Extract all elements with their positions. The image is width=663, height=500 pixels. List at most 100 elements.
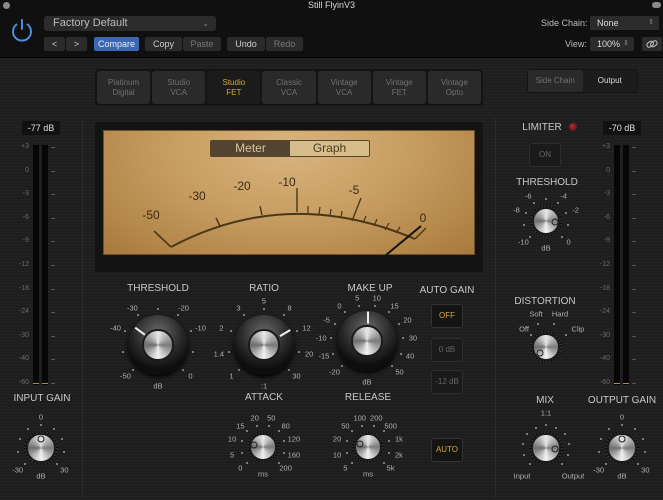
output_gain-scale-dot [599, 438, 602, 441]
model-studio-vca[interactable]: Studio VCA [152, 71, 206, 104]
redo-button[interactable]: Redo [266, 37, 303, 51]
model-platinum-digital[interactable]: Platinum Digital [97, 71, 151, 104]
makeup-scale-dot [397, 322, 400, 325]
meter-scale-label: -24 [18, 308, 29, 316]
side-chain-label: Side Chain: [541, 18, 588, 28]
makeup-scale-dot [332, 352, 335, 355]
mix-scale-dot [534, 426, 537, 429]
window-collapse-pill[interactable] [652, 2, 661, 8]
distortion-scale-dot [553, 323, 555, 325]
ratio-knob[interactable] [234, 315, 294, 375]
distortion-knob-indicator [536, 349, 544, 357]
makeup-tick-label: 20 [403, 315, 412, 325]
ratio-tick-label: 30 [292, 371, 301, 381]
input_gain-knob-indicator [37, 435, 45, 443]
output_gain-knob-indicator [618, 435, 626, 443]
auto-gain-off-button[interactable]: OFF [431, 304, 463, 328]
ratio-tick-label: 3 [236, 303, 241, 313]
paste-button[interactable]: Paste [183, 37, 221, 51]
preset-dropdown[interactable]: Factory Default ⌄ [44, 16, 216, 31]
model-studio-fet[interactable]: Studio FET [207, 71, 261, 104]
makeup-scale-dot [330, 337, 333, 340]
limiter-on-button[interactable]: ON [529, 143, 561, 167]
input_gain-scale-dot [18, 438, 21, 441]
makeup-scale-dot [373, 304, 376, 307]
meter-scale-label: -6 [22, 213, 29, 221]
model-vintage-vca[interactable]: Vintage VCA [317, 71, 371, 104]
ratio-scale-dot [296, 330, 299, 333]
attack-knob[interactable] [247, 431, 279, 463]
input_gain-scale-dot [62, 451, 65, 454]
release-auto-button[interactable]: AUTO [431, 438, 463, 462]
input-meter-right [42, 145, 48, 385]
side-chain-select[interactable]: None ⇕ [590, 16, 659, 30]
attack-tick-label: 5 [229, 450, 235, 460]
attack-knob-indicator [250, 441, 258, 449]
mix-knob[interactable] [529, 431, 563, 465]
mix-scale-dot [545, 424, 547, 426]
distortion-label: DISTORTION [514, 296, 576, 307]
up-down-icon: ⇕ [648, 19, 654, 26]
distortion-knob[interactable] [530, 331, 562, 363]
release-scale-dot [345, 451, 348, 454]
release-scale-dot [372, 424, 375, 427]
meter-scale-tick [632, 359, 636, 361]
release-tick-label: 50 [341, 421, 350, 431]
makeup-tick-label: 50 [395, 367, 404, 377]
meter-scale-tick [51, 312, 55, 314]
previous-preset-button[interactable]: < [44, 37, 65, 51]
tab-meter[interactable]: Meter [211, 141, 290, 156]
model-classic-vca[interactable]: Classic VCA [262, 71, 316, 104]
attack-tick-label: 15 [236, 421, 245, 431]
meter-scale-label: -12 [18, 261, 29, 268]
output_gain-knob[interactable] [605, 431, 639, 465]
link-icon [646, 40, 658, 48]
mix-scale-dot [567, 443, 570, 446]
limiter_threshold-scale-dot [566, 224, 569, 227]
meter-scale-label: -3 [603, 190, 610, 198]
undo-button[interactable]: Undo [227, 37, 265, 51]
release-scale-dot [388, 440, 391, 443]
meter-scale-label: +3 [21, 143, 29, 150]
input_gain-scale-dot [27, 427, 30, 430]
makeup-knob[interactable] [337, 311, 397, 371]
input-gain-label: INPUT GAIN [13, 393, 71, 404]
meter-scale-tick [632, 241, 636, 243]
attack-scale-dot [283, 440, 286, 443]
meter-scale-label: -30 [18, 331, 29, 339]
makeup-scale-dot [387, 311, 390, 314]
meter-scale-label: -9 [603, 237, 610, 245]
ratio-tick-label: 2 [219, 323, 224, 333]
output_gain-tick-label: 30 [641, 465, 650, 475]
power-icon[interactable] [8, 16, 36, 44]
compare-button[interactable]: Compare [94, 37, 139, 51]
input_gain-unit-label: dB [36, 471, 46, 481]
input_gain-knob[interactable] [24, 431, 58, 465]
meter-scale-tick [632, 170, 636, 172]
makeup-scale-dot [399, 352, 402, 355]
threshold-knob[interactable] [128, 315, 188, 375]
auto-gain-minus12db-button[interactable]: -12 dB [431, 370, 463, 394]
plugin-header: Still FlyinV3 Factory Default ⌄ < > Comp… [0, 0, 663, 58]
link-button[interactable] [642, 37, 662, 51]
tab-graph[interactable]: Graph [290, 141, 369, 156]
model-vintage-fet[interactable]: Vintage FET [372, 71, 426, 104]
model-vintage-opto[interactable]: Vintage Opto [427, 71, 481, 104]
right-divider [495, 118, 496, 498]
threshold-scale-dot [177, 314, 179, 317]
limiter_threshold-scale-dot [523, 224, 526, 227]
limiter_threshold-knob[interactable] [530, 205, 562, 237]
tab-side-chain[interactable]: Side Chain [528, 70, 583, 92]
makeup-tick-label: 0 [337, 301, 342, 311]
auto-gain-0db-button[interactable]: 0 dB [431, 338, 463, 362]
ratio-tick-label: 12 [302, 323, 311, 333]
next-preset-button[interactable]: > [66, 37, 87, 51]
release-knob[interactable] [352, 431, 384, 463]
view-zoom-select[interactable]: 100% ⇕ [590, 37, 634, 51]
distortion-scale-dot [565, 334, 567, 336]
input_gain-scale-dot [23, 463, 26, 466]
tab-output[interactable]: Output [582, 70, 637, 92]
limiter_threshold-scale-dot [529, 235, 532, 238]
release-unit-label: ms [363, 469, 373, 479]
copy-button[interactable]: Copy [145, 37, 182, 51]
